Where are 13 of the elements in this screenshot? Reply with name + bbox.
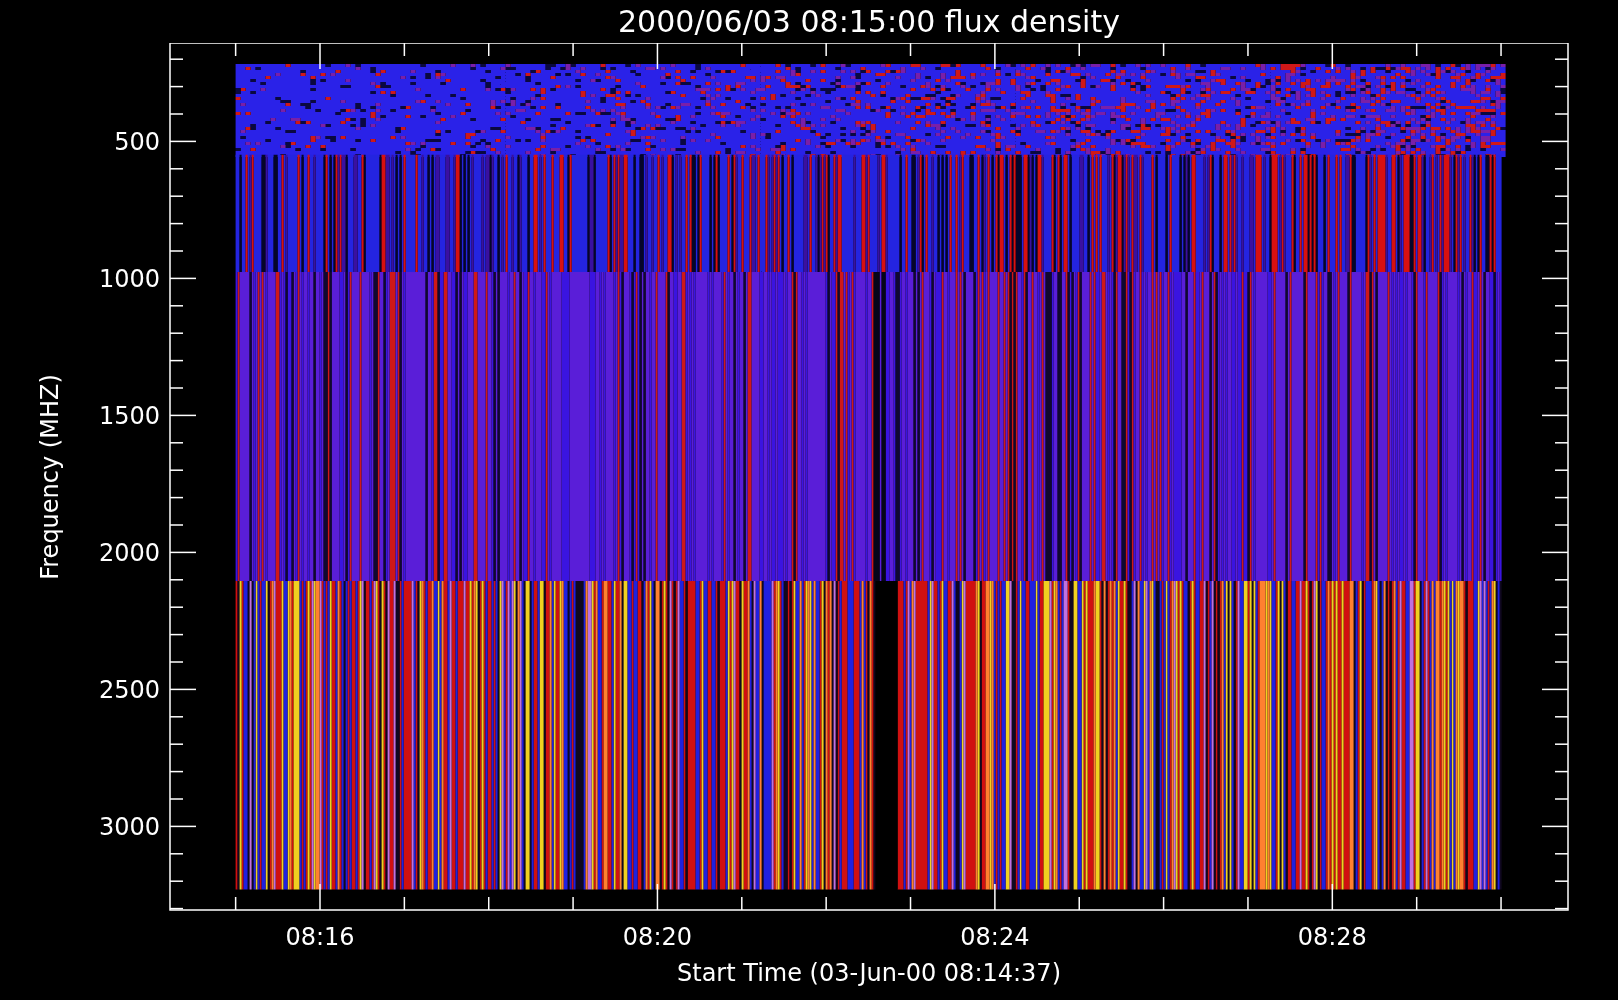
y-tick-label: 1500 xyxy=(100,402,160,431)
y-tick-label: 2500 xyxy=(100,676,160,705)
x-tick-label: 08:24 xyxy=(960,923,1030,951)
x-tick-label: 08:28 xyxy=(1297,923,1367,951)
x-axis-label: Start Time (03-Jun-00 08:14:37) xyxy=(677,961,1061,985)
y-tick-label: 500 xyxy=(114,128,160,157)
y-tick-label: 3000 xyxy=(100,813,160,842)
y-axis-label: Frequency (MHZ) xyxy=(38,373,62,580)
x-tick-label: 08:20 xyxy=(622,923,693,951)
chart-title: 2000/06/03 08:15:00 flux density xyxy=(618,6,1120,37)
y-tick-label: 1000 xyxy=(100,265,160,294)
y-tick-label: 2000 xyxy=(100,539,160,568)
x-tick-label: 08:16 xyxy=(285,923,355,951)
